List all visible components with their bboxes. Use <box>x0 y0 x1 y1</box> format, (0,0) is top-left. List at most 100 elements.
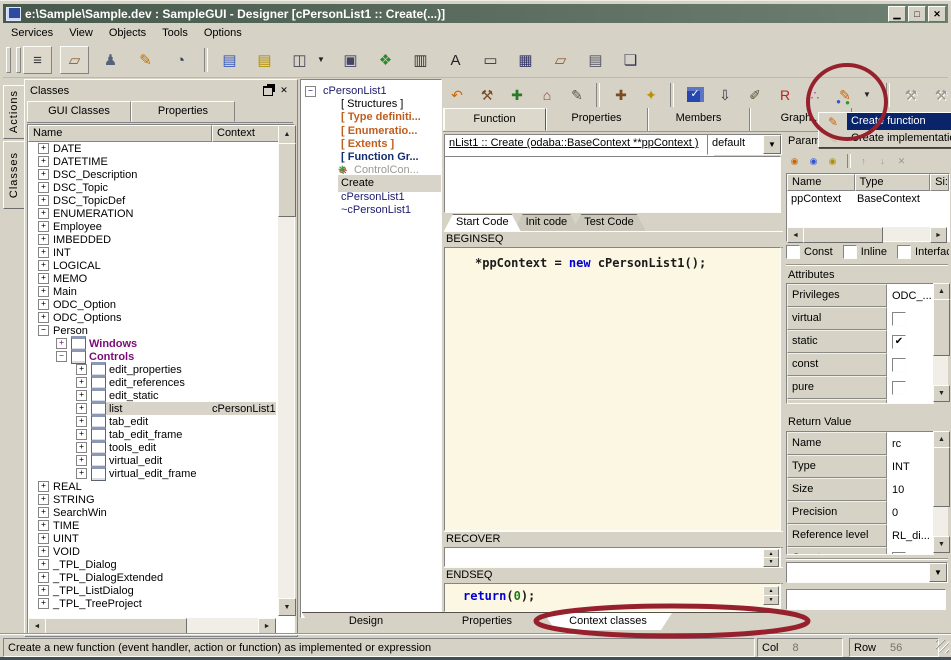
assign-icon[interactable]: ✦ <box>638 83 664 107</box>
tree-item-odc-options[interactable]: + ODC_Options <box>28 311 276 324</box>
reference-manual-icon[interactable]: ♟ <box>97 47 124 73</box>
tree-item-real[interactable]: + REAL <box>28 480 276 493</box>
toolbar-grip[interactable] <box>6 47 11 73</box>
server-icon[interactable]: ▤ <box>582 47 609 73</box>
sidebar-tab-classes[interactable]: Classes <box>3 141 24 209</box>
tree-item-edit-static[interactable]: + edit_static <box>28 389 276 402</box>
close-button[interactable]: ✕ <box>928 6 946 22</box>
return-row[interactable]: Size 10 <box>787 478 933 501</box>
expand-icon[interactable]: + <box>38 156 49 167</box>
tree-vertical-scrollbar[interactable]: ▲ ▼ <box>278 125 294 616</box>
tree-item-string[interactable]: + STRING <box>28 493 276 506</box>
printer-blue-icon[interactable]: ▤ <box>216 47 243 73</box>
tab-start-code[interactable]: Start Code <box>444 214 521 231</box>
tree-horizontal-scrollbar[interactable]: ◄ ► <box>28 618 276 633</box>
tab-design-properties[interactable]: Properties <box>423 613 551 630</box>
expand-icon[interactable]: + <box>38 559 49 570</box>
attribute-row[interactable]: const <box>787 353 933 376</box>
image-icon[interactable]: ▣ <box>337 47 364 73</box>
scroll-thumb[interactable] <box>278 143 296 217</box>
tree-item-employee[interactable]: + Employee <box>28 220 276 233</box>
expand-icon[interactable]: + <box>38 312 49 323</box>
declaration-area[interactable] <box>444 156 781 213</box>
delete-parameter-icon[interactable]: ✕ <box>893 153 910 169</box>
start-code-area[interactable]: *ppContext = new cPersonList1(); <box>444 247 781 531</box>
tab-init-code[interactable]: Init code <box>514 214 580 231</box>
tree-item-tpl-dialogextended[interactable]: + _TPL_DialogExtended <box>28 571 276 584</box>
combo-dropdown-icon[interactable]: ▼ <box>929 563 947 582</box>
resize-grip[interactable] <box>936 640 949 653</box>
expand-icon[interactable]: + <box>38 221 49 232</box>
scroll-thumb[interactable] <box>803 227 883 243</box>
scroll-left-icon[interactable]: ◄ <box>787 227 804 243</box>
inline-checkbox[interactable] <box>843 245 857 259</box>
tab-gui-classes[interactable]: GUI Classes <box>27 101 131 122</box>
expand-icon[interactable]: + <box>38 299 49 310</box>
menu-objects[interactable]: Objects <box>101 25 154 41</box>
insert-parameter-icon[interactable]: ◉ <box>805 153 822 169</box>
tree-item-datetime[interactable]: + DATETIME <box>28 155 276 168</box>
tree-item-int[interactable]: + INT <box>28 246 276 259</box>
float-panel-icon[interactable] <box>261 84 275 97</box>
tree-item-tab-edit-frame[interactable]: + tab_edit_frame <box>28 428 276 441</box>
const-checkbox[interactable] <box>786 245 800 259</box>
edit-document-icon[interactable]: ✎ <box>132 47 159 73</box>
sidebar-tab-actions[interactable]: Actions <box>3 85 24 139</box>
button-control-icon[interactable]: ▭ <box>477 47 504 73</box>
tab-test-code[interactable]: Test Code <box>572 214 646 231</box>
tree-item-enumeration[interactable]: + ENUMERATION <box>28 207 276 220</box>
import-class-icon[interactable]: ⌂ <box>534 83 560 107</box>
expand-icon[interactable]: + <box>76 468 87 479</box>
scroll-thumb[interactable] <box>933 447 950 507</box>
tree-item-person[interactable]: − Person <box>28 324 276 337</box>
eraser-icon[interactable]: ▱ <box>60 46 89 74</box>
tree-item-virtual-edit-frame[interactable]: + virtual_edit_frame <box>28 467 276 480</box>
tab-context-classes[interactable]: Context classes <box>544 613 672 630</box>
maximize-button[interactable]: □ <box>908 6 926 22</box>
window-list-icon[interactable]: ◫ <box>286 47 313 73</box>
tree-item-time[interactable]: + TIME <box>28 519 276 532</box>
menu-services[interactable]: Services <box>3 25 61 41</box>
parameter-row[interactable]: ppContext BaseContext <box>787 191 949 207</box>
expand-icon[interactable]: + <box>38 520 49 531</box>
tree-item-windows[interactable]: + Windows <box>28 337 276 350</box>
return-row[interactable]: Precision 0 <box>787 501 933 524</box>
menu-item-create-function[interactable]: ✎ Create function <box>819 113 951 130</box>
expand-icon[interactable]: + <box>38 572 49 583</box>
rename-icon[interactable]: R <box>772 83 798 107</box>
copy-parameter-icon[interactable]: ◉ <box>824 153 841 169</box>
scroll-down-icon[interactable]: ▼ <box>933 536 950 553</box>
expand-icon[interactable]: + <box>56 338 67 349</box>
scroll-up-icon[interactable]: ▲ <box>933 283 950 300</box>
tree-item-imbedded[interactable]: + IMBEDDED <box>28 233 276 246</box>
undo-icon[interactable]: ↶ <box>444 83 470 107</box>
return-row[interactable]: Reference level RL_di... <box>787 524 933 547</box>
tree-item-tpl-dialog[interactable]: + _TPL_Dialog <box>28 558 276 571</box>
tree-item-uint[interactable]: + UINT <box>28 532 276 545</box>
expand-icon[interactable]: + <box>38 494 49 505</box>
expand-icon[interactable]: + <box>76 416 87 427</box>
expand-icon[interactable]: + <box>38 546 49 557</box>
return-value-scrollbar[interactable]: ▲ ▼ <box>933 431 948 553</box>
title-bar[interactable]: e:\Sample\Sample.dev : SampleGUI - Desig… <box>3 4 948 23</box>
add-member-icon[interactable]: ✚ <box>608 83 634 107</box>
tab-properties[interactable]: Properties <box>131 101 235 122</box>
column-context-class[interactable]: Context class <box>212 125 282 142</box>
endseq-code-area[interactable]: return(0); ▲ ▼ <box>444 583 781 612</box>
scroll-down-icon[interactable]: ▼ <box>763 557 779 567</box>
tree-item-tools-edit[interactable]: + tools_edit <box>28 441 276 454</box>
expand-icon[interactable]: + <box>38 286 49 297</box>
virtual-checkbox[interactable] <box>892 312 906 326</box>
toolbar-dropdown-icon[interactable]: ▼ <box>313 47 329 73</box>
tree-item-dsc-topic[interactable]: + DSC_Topic <box>28 181 276 194</box>
scroll-thumb[interactable] <box>933 299 950 356</box>
export-document-icon[interactable]: ⇩ <box>712 83 738 107</box>
expand-icon[interactable]: + <box>38 481 49 492</box>
attributes-scrollbar[interactable]: ▲ ▼ <box>933 283 948 402</box>
ci-icon[interactable]: ⚒ <box>928 83 951 107</box>
add-parameter-icon[interactable]: ◉ <box>786 153 803 169</box>
com-icon[interactable]: ⚒ <box>898 83 924 107</box>
edit-source-icon[interactable]: ✎ <box>564 83 590 107</box>
column-type[interactable]: Type <box>855 174 931 191</box>
expand-icon[interactable]: + <box>38 143 49 154</box>
